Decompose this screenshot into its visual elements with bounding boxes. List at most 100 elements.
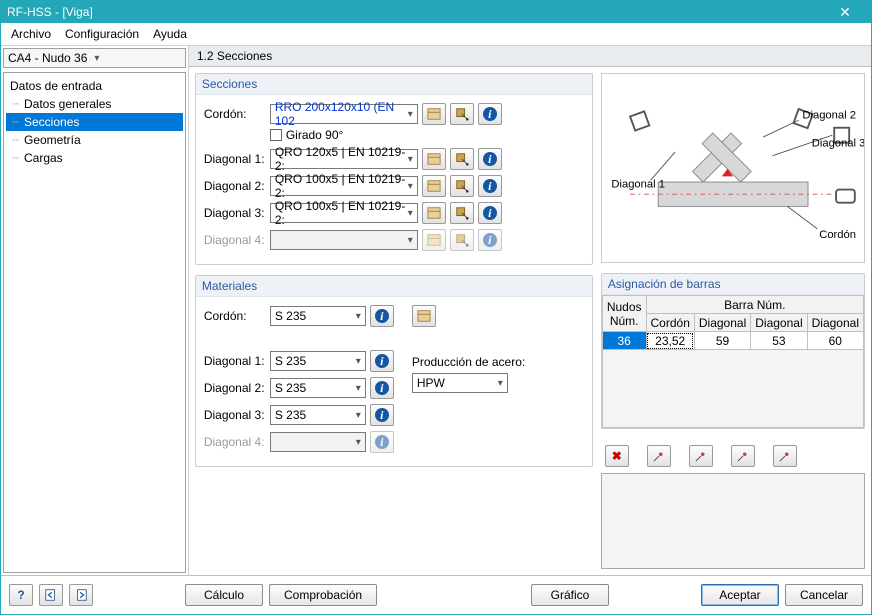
sec-pick-2[interactable] [450, 175, 474, 197]
case-selector[interactable]: CA4 - Nudo 36 ▾ [3, 48, 186, 68]
mat-info-4: i [370, 431, 394, 453]
mat-select-1[interactable]: S 235▾ [270, 351, 366, 371]
sec-lib-0[interactable] [422, 103, 446, 125]
sec-pick-3[interactable] [450, 202, 474, 224]
chevron-down-icon: ▾ [408, 154, 413, 165]
cell-nudo[interactable]: 36 [602, 332, 646, 350]
delete-row-button[interactable]: ✖ [605, 445, 629, 467]
mat-info-1[interactable]: i [370, 350, 394, 372]
th-d3: Diagonal [807, 314, 863, 332]
mat-info-0[interactable]: i [370, 305, 394, 327]
sec-info-0[interactable]: i [478, 103, 502, 125]
chevron-down-icon: ▾ [408, 181, 413, 192]
pick-d3-button[interactable] [773, 445, 797, 467]
mat-info-2[interactable]: i [370, 377, 394, 399]
prev-page-button[interactable] [39, 584, 63, 606]
sec-pick-4 [450, 229, 474, 251]
menu-configuracion[interactable]: Configuración [59, 25, 145, 43]
grafico-button[interactable]: Gráfico [531, 584, 609, 606]
pick-cordon-button[interactable] [647, 445, 671, 467]
group-secciones: Secciones Cordón: RRO 200x120x10 (EN 102▾… [195, 73, 593, 265]
tree-item-datos-generales[interactable]: Datos generales [6, 95, 183, 113]
window-title: RF-HSS - [Viga] [7, 5, 825, 19]
panel-title: 1.2 Secciones [189, 46, 871, 67]
prod-value: HPW [417, 376, 445, 390]
cell-d2[interactable]: 53 [751, 332, 807, 350]
menu-ayuda[interactable]: Ayuda [147, 25, 193, 43]
nav-tree: Datos de entrada Datos generalesSeccione… [3, 72, 186, 573]
preview-label-d2: Diagonal 2 [802, 109, 856, 121]
sec-info-3[interactable]: i [478, 202, 502, 224]
chevron-down-icon: ▾ [498, 378, 503, 389]
aceptar-button[interactable]: Aceptar [701, 584, 779, 606]
group-secciones-title: Secciones [196, 74, 592, 95]
tree-item-cargas[interactable]: Cargas [6, 149, 183, 167]
prod-select[interactable]: HPW ▾ [412, 373, 508, 393]
group-materiales: Materiales Cordón:S 235▾iDiagonal 1:S 23… [195, 275, 593, 467]
sec-label-1: Diagonal 1: [204, 152, 266, 166]
calculo-button[interactable]: Cálculo [185, 584, 263, 606]
sec-pick-0[interactable] [450, 103, 474, 125]
comprobacion-button[interactable]: Comprobación [269, 584, 377, 606]
mat-select-0[interactable]: S 235▾ [270, 306, 366, 326]
girado-label: Girado 90° [286, 128, 344, 142]
chevron-down-icon: ▾ [408, 208, 413, 219]
sec-lib-2[interactable] [422, 175, 446, 197]
chevron-down-icon: ▾ [356, 437, 361, 448]
chevron-down-icon: ▾ [356, 311, 361, 322]
preview-label-d1: Diagonal 1 [611, 179, 665, 191]
close-icon[interactable]: ✕ [825, 4, 865, 21]
next-page-button[interactable] [69, 584, 93, 606]
app-window: { "title": "RF-HSS - [Viga]", "menu": { … [0, 0, 872, 615]
mat-label-4: Diagonal 4: [204, 435, 266, 449]
sec-lib-3[interactable] [422, 202, 446, 224]
sec-select-4: ▾ [270, 230, 418, 250]
sec-label-0: Cordón: [204, 107, 266, 121]
bottom-bar: ? Cálculo Comprobación Gráfico Aceptar C… [1, 575, 871, 614]
sec-lib-4 [422, 229, 446, 251]
group-asignacion-title: Asignación de barras [602, 274, 864, 295]
asign-toolbar: ✖ [601, 439, 865, 473]
sec-pick-1[interactable] [450, 148, 474, 170]
th-nudos: Nudos Núm. [602, 296, 646, 332]
mat-select-4: ▾ [270, 432, 366, 452]
help-button[interactable]: ? [9, 584, 33, 606]
sec-lib-1[interactable] [422, 148, 446, 170]
pick-d2-button[interactable] [731, 445, 755, 467]
girado-checkbox[interactable] [270, 129, 282, 141]
sec-info-4: i [478, 229, 502, 251]
sec-select-0[interactable]: RRO 200x120x10 (EN 102▾ [270, 104, 418, 124]
cell-d3[interactable]: 60 [807, 332, 863, 350]
sec-label-2: Diagonal 2: [204, 179, 266, 193]
library-button[interactable] [412, 305, 436, 327]
mat-label-1: Diagonal 1: [204, 354, 266, 368]
cell-cordon[interactable]: 23,52 [646, 332, 694, 350]
chevron-down-icon: ▾ [356, 356, 361, 367]
sec-info-1[interactable]: i [478, 148, 502, 170]
sec-info-2[interactable]: i [478, 175, 502, 197]
chevron-down-icon: ▾ [356, 383, 361, 394]
mat-label-2: Diagonal 2: [204, 381, 266, 395]
cancelar-button[interactable]: Cancelar [785, 584, 863, 606]
sec-select-2[interactable]: QRO 100x5 | EN 10219-2:▾ [270, 176, 418, 196]
mat-select-3[interactable]: S 235▾ [270, 405, 366, 425]
chevron-down-icon: ▾ [408, 109, 413, 120]
cell-d1[interactable]: 59 [694, 332, 750, 350]
asign-table[interactable]: Nudos Núm. Barra Núm. Cordón Diagonal Di… [602, 295, 864, 350]
mat-select-2[interactable]: S 235▾ [270, 378, 366, 398]
titlebar: RF-HSS - [Viga] ✕ [1, 1, 871, 23]
sec-label-4: Diagonal 4: [204, 233, 266, 247]
sec-select-3[interactable]: QRO 100x5 | EN 10219-2:▾ [270, 203, 418, 223]
th-barra: Barra Núm. [646, 296, 863, 314]
group-materiales-title: Materiales [196, 276, 592, 297]
tree-item-geometría[interactable]: Geometría [6, 131, 183, 149]
sec-select-1[interactable]: QRO 120x5 | EN 10219-2:▾ [270, 149, 418, 169]
tree-root[interactable]: Datos de entrada [6, 77, 183, 95]
group-asignacion: Asignación de barras Nudos Núm. Barra Nú… [601, 273, 865, 429]
tree-item-secciones[interactable]: Secciones [6, 113, 183, 131]
mat-info-3[interactable]: i [370, 404, 394, 426]
case-selector-value: CA4 - Nudo 36 [8, 51, 94, 65]
menu-archivo[interactable]: Archivo [5, 25, 57, 43]
chevron-down-icon: ▾ [94, 53, 180, 64]
pick-d1-button[interactable] [689, 445, 713, 467]
